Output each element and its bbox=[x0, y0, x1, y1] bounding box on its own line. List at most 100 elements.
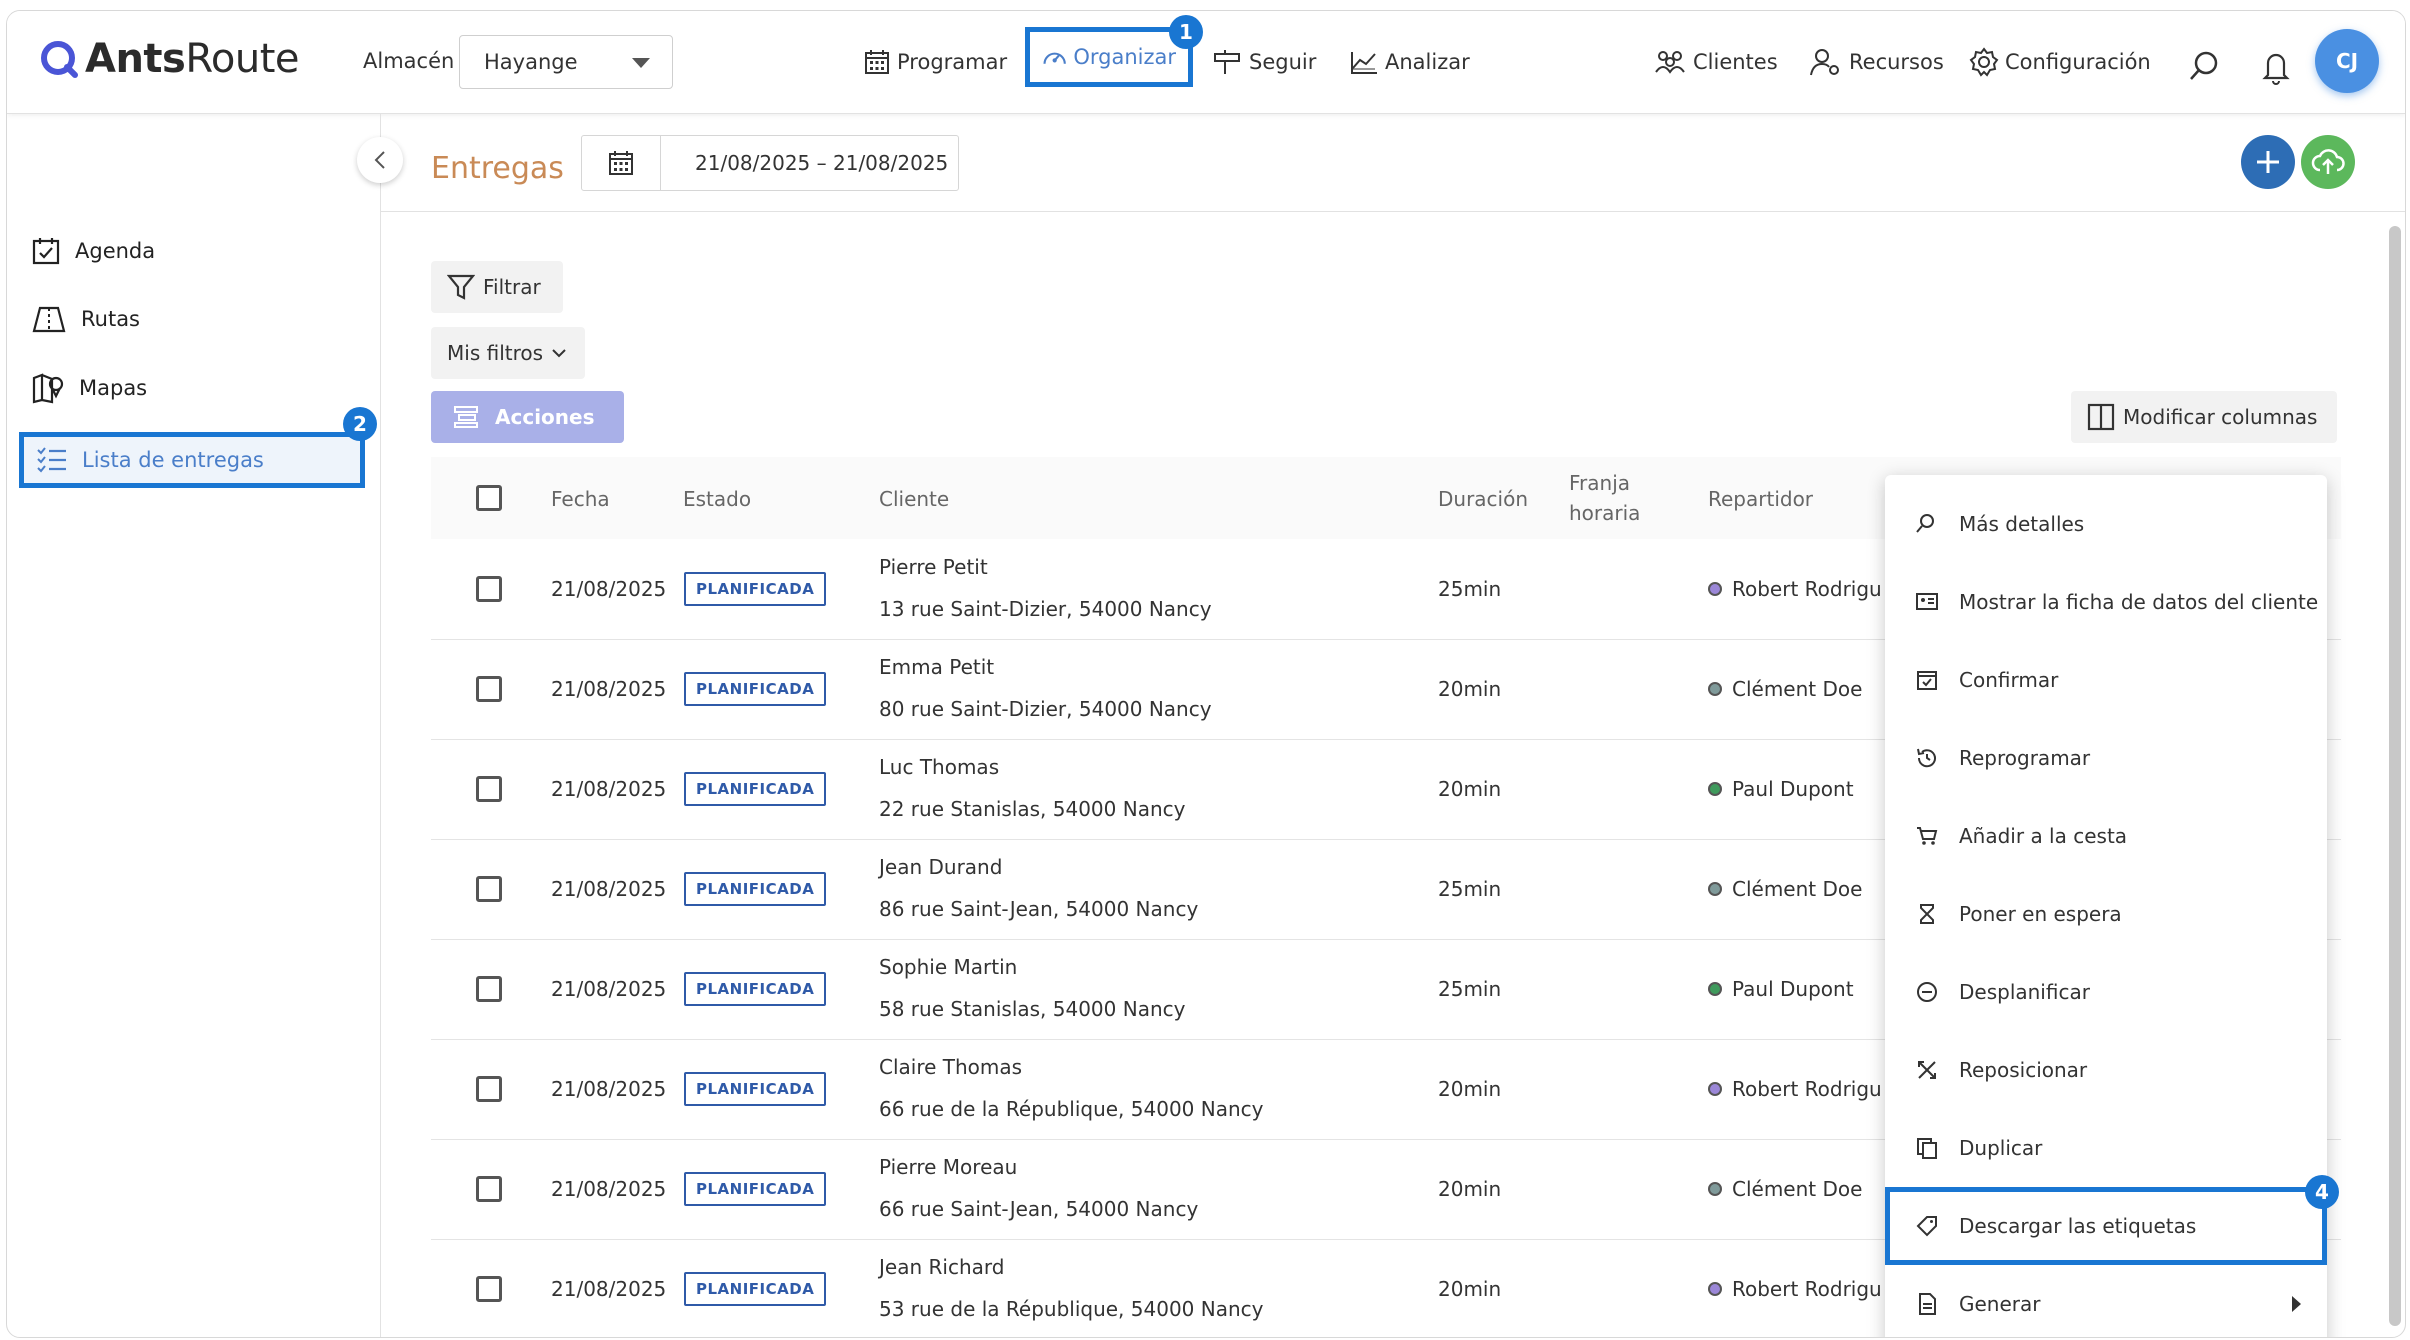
row-cliente[interactable]: Pierre Petit bbox=[879, 555, 988, 579]
status-badge: PLANIFICADA bbox=[684, 772, 827, 806]
nav-seguir[interactable]: Seguir bbox=[1213, 35, 1316, 89]
antsroute-logo[interactable]: AntsRoute bbox=[39, 33, 299, 85]
row-checkbox[interactable] bbox=[476, 676, 502, 702]
context-menu-item[interactable]: Descargar las etiquetas bbox=[1885, 1187, 2327, 1265]
row-repartidor-name: Clément Doe bbox=[1732, 677, 1863, 701]
row-checkbox[interactable] bbox=[476, 576, 502, 602]
context-menu-item[interactable]: Mostrar la ficha de datos del cliente bbox=[1885, 563, 2327, 641]
plus-icon bbox=[2257, 151, 2279, 173]
user-avatar[interactable]: CJ bbox=[2315, 29, 2379, 93]
collapse-sidebar-button[interactable] bbox=[357, 137, 403, 183]
warehouse-select[interactable]: Hayange bbox=[459, 35, 673, 89]
resources-icon bbox=[1810, 49, 1839, 76]
row-checkbox[interactable] bbox=[476, 976, 502, 1002]
nav-organizar[interactable]: Organizar bbox=[1025, 27, 1193, 87]
row-cliente[interactable]: Claire Thomas bbox=[879, 1055, 1022, 1079]
context-menu-item[interactable]: Más detalles bbox=[1885, 485, 2327, 563]
sidebar-item-mapas[interactable]: Mapas bbox=[31, 372, 147, 404]
my-filters-label: Mis filtros bbox=[447, 341, 544, 365]
cart-icon bbox=[1917, 827, 1938, 845]
row-checkbox[interactable] bbox=[476, 776, 502, 802]
actions-button[interactable]: Acciones bbox=[431, 391, 624, 443]
nav-clientes[interactable]: Clientes bbox=[1653, 35, 1778, 89]
row-checkbox[interactable] bbox=[476, 1176, 502, 1202]
nav-configuracion[interactable]: Configuración bbox=[1969, 35, 2151, 89]
row-repartidor-name: Paul Dupont bbox=[1732, 777, 1854, 801]
column-header-repartidor[interactable]: Repartidor bbox=[1708, 487, 1813, 511]
row-repartidor: Paul Dupont bbox=[1708, 977, 1854, 1001]
context-menu-item-label: Poner en espera bbox=[1959, 902, 2122, 926]
row-cliente[interactable]: Luc Thomas bbox=[879, 755, 999, 779]
warehouse-label: Almacén bbox=[363, 49, 455, 73]
context-menu-item[interactable]: Reprogramar bbox=[1885, 719, 2327, 797]
checklist-icon bbox=[37, 447, 66, 473]
row-fecha: 21/08/2025 bbox=[551, 577, 667, 601]
context-menu-item[interactable]: Reposicionar bbox=[1885, 1031, 2327, 1109]
column-header-fecha[interactable]: Fecha bbox=[551, 487, 610, 511]
context-menu-item[interactable]: Duplicar bbox=[1885, 1109, 2327, 1187]
date-range-value: 21/08/2025 – 21/08/2025 bbox=[695, 151, 949, 175]
row-cliente[interactable]: Jean Richard bbox=[879, 1255, 1004, 1279]
add-button[interactable] bbox=[2241, 135, 2295, 189]
row-repartidor-name: Clément Doe bbox=[1732, 877, 1863, 901]
row-checkbox[interactable] bbox=[476, 1276, 502, 1302]
actions-icon bbox=[454, 406, 478, 428]
status-badge: PLANIFICADA bbox=[684, 672, 827, 706]
sidebar-item-rutas[interactable]: Rutas bbox=[31, 304, 140, 334]
row-fecha: 21/08/2025 bbox=[551, 777, 667, 801]
nav-analizar[interactable]: Analizar bbox=[1349, 35, 1470, 89]
sidebar-item-label: Rutas bbox=[81, 307, 141, 331]
nav-recursos[interactable]: Recursos bbox=[1809, 35, 1944, 89]
nav-programar[interactable]: Programar bbox=[863, 35, 1007, 89]
sidebar: Agenda Rutas Mapas Lista de entregas bbox=[7, 114, 381, 1337]
row-repartidor-name: Robert Rodrigu bbox=[1732, 1277, 1882, 1301]
row-repartidor-name: Robert Rodrigu bbox=[1732, 577, 1882, 601]
upload-button[interactable] bbox=[2301, 135, 2355, 189]
row-direccion: 22 rue Stanislas, 54000 Nancy bbox=[879, 797, 1186, 821]
column-header-duracion[interactable]: Duración bbox=[1438, 487, 1528, 511]
nav-configuracion-label: Configuración bbox=[2005, 50, 2151, 74]
context-menu-item[interactable]: Confirmar bbox=[1885, 641, 2327, 719]
vertical-scrollbar[interactable] bbox=[2383, 216, 2405, 1337]
context-menu-item-label: Generar bbox=[1959, 1292, 2041, 1316]
chevron-left-icon bbox=[374, 151, 385, 169]
scrollbar-thumb[interactable] bbox=[2389, 226, 2401, 1326]
context-menu-item-label: Reposicionar bbox=[1959, 1058, 2088, 1082]
bell-icon[interactable] bbox=[2261, 49, 2291, 85]
column-header-franja[interactable]: Franja bbox=[1569, 471, 1630, 495]
modify-columns-button[interactable]: Modificar columnas bbox=[2071, 391, 2337, 443]
row-fecha: 21/08/2025 bbox=[551, 877, 667, 901]
context-menu-item[interactable]: Desplanificar bbox=[1885, 953, 2327, 1031]
row-checkbox[interactable] bbox=[476, 876, 502, 902]
row-cliente[interactable]: Sophie Martin bbox=[879, 955, 1017, 979]
row-cliente[interactable]: Pierre Moreau bbox=[879, 1155, 1017, 1179]
routes-map-icon bbox=[32, 306, 66, 333]
sidebar-item-label: Mapas bbox=[79, 376, 148, 400]
column-header-cliente[interactable]: Cliente bbox=[879, 487, 949, 511]
context-menu-item[interactable]: Poner en espera bbox=[1885, 875, 2327, 953]
context-menu-item[interactable]: Generar bbox=[1885, 1265, 2327, 1337]
calendar-icon-box[interactable] bbox=[582, 136, 661, 190]
minus-circle-icon bbox=[1917, 982, 1937, 1002]
driver-color-dot bbox=[1708, 1181, 1722, 1196]
status-badge: PLANIFICADA bbox=[684, 1072, 827, 1106]
search-icon[interactable] bbox=[2187, 49, 2221, 83]
select-all-checkbox[interactable] bbox=[476, 485, 502, 511]
context-menu-item[interactable]: Añadir a la cesta bbox=[1885, 797, 2327, 875]
row-checkbox[interactable] bbox=[476, 1076, 502, 1102]
sidebar-item-lista-de-entregas[interactable]: Lista de entregas bbox=[19, 432, 365, 488]
row-cliente[interactable]: Jean Durand bbox=[879, 855, 1002, 879]
nav-seguir-label: Seguir bbox=[1249, 50, 1317, 74]
status-badge: PLANIFICADA bbox=[684, 972, 827, 1006]
calendar-grid-icon bbox=[865, 50, 889, 74]
context-menu-item-label: Confirmar bbox=[1959, 668, 2059, 692]
row-cliente[interactable]: Emma Petit bbox=[879, 655, 994, 679]
driver-color-dot bbox=[1708, 981, 1722, 996]
my-filters-dropdown[interactable]: Mis filtros bbox=[431, 327, 585, 379]
column-header-estado[interactable]: Estado bbox=[683, 487, 751, 511]
hourglass-icon bbox=[1920, 904, 1934, 924]
filter-button[interactable]: Filtrar bbox=[431, 261, 563, 313]
status-badge: PLANIFICADA bbox=[684, 572, 827, 606]
date-range-picker[interactable]: 21/08/2025 – 21/08/2025 bbox=[581, 135, 959, 191]
sidebar-item-agenda[interactable]: Agenda bbox=[31, 236, 155, 266]
